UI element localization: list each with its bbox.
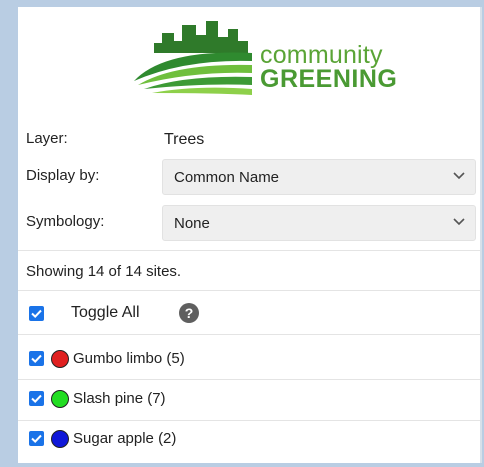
- sugar-apple-checkbox[interactable]: [29, 431, 44, 446]
- logo-text-greening: GREENING: [260, 65, 398, 93]
- divider: [18, 379, 480, 380]
- slash-pine-label: Slash pine (7): [73, 390, 166, 407]
- checkmark-icon: [31, 394, 42, 404]
- gumbo-limbo-checkbox[interactable]: [29, 351, 44, 366]
- list-item: Gumbo limbo (5): [18, 348, 480, 370]
- divider: [18, 250, 480, 251]
- slash-pine-checkbox[interactable]: [29, 391, 44, 406]
- display-by-value: Common Name: [174, 169, 280, 186]
- sugar-apple-label: Sugar apple (2): [73, 430, 177, 447]
- display-by-select[interactable]: Common Name: [162, 159, 476, 195]
- toggle-all-row: Toggle All ?: [18, 303, 480, 331]
- symbology-label: Symbology:: [26, 213, 105, 230]
- chevron-down-icon: [453, 218, 465, 226]
- logo-graphic: [134, 21, 252, 95]
- display-by-label: Display by:: [26, 167, 100, 184]
- community-greening-logo: community GREENING: [124, 19, 424, 103]
- symbology-value: None: [174, 215, 210, 232]
- checkmark-icon: [31, 354, 42, 364]
- checkmark-icon: [31, 434, 42, 444]
- symbology-select[interactable]: None: [162, 205, 476, 241]
- divider: [18, 420, 480, 421]
- gumbo-limbo-label: Gumbo limbo (5): [73, 350, 185, 367]
- help-icon[interactable]: ?: [179, 303, 199, 323]
- symbology-row: Symbology: None: [18, 203, 480, 243]
- toggle-all-label[interactable]: Toggle All: [71, 304, 140, 322]
- list-item: Sugar apple (2): [18, 428, 480, 450]
- checkmark-icon: [31, 309, 42, 319]
- sugar-apple-color-swatch: [51, 430, 69, 448]
- chevron-down-icon: [453, 172, 465, 180]
- layer-value: Trees: [164, 131, 205, 148]
- gumbo-limbo-color-swatch: [51, 350, 69, 368]
- list-item: Slash pine (7): [18, 388, 480, 410]
- divider: [18, 290, 480, 291]
- legend-panel: community GREENING Layer: Trees Display …: [18, 7, 482, 463]
- layer-label: Layer:: [26, 130, 68, 147]
- divider: [18, 334, 480, 335]
- site-count-status: Showing 14 of 14 sites.: [26, 263, 182, 280]
- toggle-all-checkbox[interactable]: [29, 306, 44, 321]
- slash-pine-color-swatch: [51, 390, 69, 408]
- display-by-row: Display by: Common Name: [18, 157, 480, 197]
